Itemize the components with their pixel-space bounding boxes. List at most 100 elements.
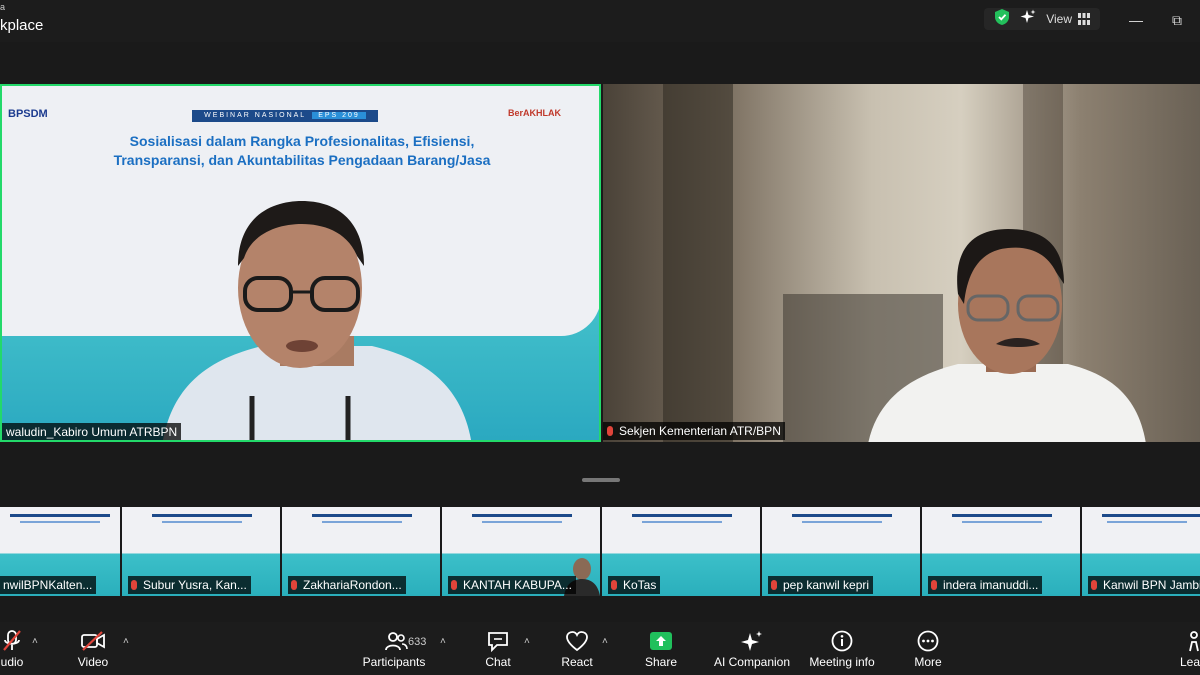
webinar-label: WEBINAR NASIONAL: [204, 112, 307, 119]
muted-mic-icon: [607, 426, 613, 436]
thumbnail-name: pep kanwil kepri: [768, 576, 874, 594]
thumbnail-name-text: KANTAH KABUPA...: [463, 578, 572, 592]
view-button[interactable]: View: [1046, 12, 1090, 26]
meeting-toolbar: udio ˄ Video ˄ Participants 633 ˄ Chat ˄…: [0, 622, 1200, 675]
resize-drag-handle[interactable]: [582, 478, 620, 482]
bpsdm-logo: BPSDM: [8, 108, 48, 120]
meeting-info-label: Meeting info: [809, 655, 875, 669]
thumbnail-name-text: Subur Yusra, Kan...: [143, 578, 247, 592]
thumbnail-name: Kanwil BPN Jambi: [1088, 576, 1200, 594]
participant-name-tag: Sekjen Kementerian ATR/BPN: [603, 422, 785, 440]
thumbnail-name: KANTAH KABUPA...: [448, 576, 576, 594]
speaker-video-feed: [163, 201, 471, 440]
muted-mic-icon: [291, 580, 297, 590]
thumb-slide-line: [962, 521, 1042, 523]
leave-button[interactable]: Lea: [1180, 630, 1200, 669]
participant-thumbnail[interactable]: nwilBPNKalten...: [0, 507, 120, 596]
webinar-tag: WEBINAR NASIONAL EPS 209: [192, 110, 378, 122]
slide-title: Sosialisasi dalam Rangka Profesionalitas…: [72, 132, 532, 170]
thumbnail-name: ZakhariaRondon...: [288, 576, 406, 594]
thumb-slide-line: [802, 521, 882, 523]
more-dots-icon: [917, 630, 939, 652]
participant-name: Sekjen Kementerian ATR/BPN: [619, 424, 781, 438]
grid-icon: [1078, 13, 1090, 25]
info-icon: [831, 630, 853, 652]
title-bar: a kplace View — ⧉: [0, 0, 1200, 42]
thumbnail-name: KoTas: [608, 576, 661, 594]
thumb-slide-line: [162, 521, 242, 523]
participants-icon: [385, 632, 408, 651]
heart-icon: [566, 631, 588, 652]
thumb-slide-line: [312, 514, 412, 517]
audio-button[interactable]: udio: [0, 630, 32, 669]
react-button[interactable]: React: [557, 630, 597, 669]
more-label: More: [914, 655, 942, 669]
participant-thumbnail[interactable]: Kanwil BPN Jambi: [1082, 507, 1200, 596]
video-options-caret-icon[interactable]: ˄: [123, 636, 129, 647]
slide-title-line-2: Transparansi, dan Akuntabilitas Pengadaa…: [113, 152, 491, 168]
thumbnail-name-text: indera imanuddi...: [943, 578, 1039, 592]
minimize-button[interactable]: —: [1129, 12, 1143, 28]
thumb-slide-line: [952, 514, 1052, 517]
share-button[interactable]: Share: [641, 630, 681, 669]
participant-thumbnail[interactable]: indera imanuddi...: [922, 507, 1080, 596]
thumb-slide-line: [642, 521, 722, 523]
leave-label: Lea: [1180, 655, 1200, 669]
participant-thumbnail[interactable]: KoTas: [602, 507, 760, 596]
ai-companion-sparkle-icon: [741, 631, 762, 651]
thumb-slide-line: [1107, 521, 1187, 523]
more-button[interactable]: More: [908, 630, 948, 669]
view-label: View: [1046, 12, 1072, 26]
react-label: React: [561, 655, 593, 669]
react-options-caret-icon[interactable]: ˄: [602, 636, 608, 647]
thumbnail-name-text: KoTas: [623, 578, 657, 592]
security-shield-icon[interactable]: [994, 8, 1010, 31]
thumbnail-name: Subur Yusra, Kan...: [128, 576, 251, 594]
thumbnail-name-text: pep kanwil kepri: [783, 578, 870, 592]
slide-title-line-1: Sosialisasi dalam Rangka Profesionalitas…: [129, 133, 475, 149]
muted-mic-icon: [1091, 580, 1097, 590]
ai-companion-label: AI Companion: [713, 655, 791, 669]
share-label: Share: [644, 655, 678, 669]
thumb-slide-line: [152, 514, 252, 517]
muted-mic-icon: [611, 580, 617, 590]
video-off-icon: [81, 631, 105, 651]
meeting-info-button[interactable]: Meeting info: [806, 630, 878, 669]
participants-options-caret-icon[interactable]: ˄: [440, 636, 446, 647]
restore-button[interactable]: ⧉: [1172, 12, 1182, 29]
video-tile-participant[interactable]: Sekjen Kementerian ATR/BPN: [603, 84, 1200, 442]
chat-icon: [488, 632, 508, 652]
muted-mic-icon: [931, 580, 937, 590]
thumbnail-name: indera imanuddi...: [928, 576, 1043, 594]
video-label: Video: [77, 655, 109, 669]
participant-thumbnail-strip: nwilBPNKalten... Subur Yusra, Kan... Zak…: [0, 507, 1200, 596]
audio-label: udio: [0, 655, 24, 669]
thumb-slide-line: [482, 521, 562, 523]
participant-thumbnail[interactable]: Subur Yusra, Kan...: [122, 507, 280, 596]
speaker-name-tag: waludin_Kabiro Umum ATRBPN: [2, 423, 182, 440]
audio-options-caret-icon[interactable]: ˄: [32, 636, 38, 647]
chat-options-caret-icon[interactable]: ˄: [524, 636, 530, 647]
participant-thumbnail[interactable]: KANTAH KABUPA...: [442, 507, 600, 596]
ai-sparkle-icon[interactable]: [1020, 9, 1036, 30]
muted-mic-icon: [771, 580, 777, 590]
chat-button[interactable]: Chat: [478, 630, 518, 669]
ai-companion-button[interactable]: AI Companion: [712, 630, 792, 669]
muted-mic-icon: [451, 580, 457, 590]
thumb-slide-line: [472, 514, 572, 517]
thumb-slide-line: [322, 521, 402, 523]
thumbnail-name-text: ZakhariaRondon...: [303, 578, 402, 592]
video-tile-active-speaker[interactable]: BPSDM WEBINAR NASIONAL EPS 209 BerAKHLAK …: [0, 84, 601, 442]
thumbnail-name-text: Kanwil BPN Jambi: [1103, 578, 1200, 592]
thumb-slide-line: [20, 521, 100, 523]
thumb-slide-line: [10, 514, 110, 517]
leave-person-icon: [1189, 631, 1199, 652]
participants-label: Participants: [362, 655, 426, 669]
muted-mic-icon: [131, 580, 137, 590]
participant-thumbnail[interactable]: pep kanwil kepri: [762, 507, 920, 596]
video-button[interactable]: Video: [73, 630, 113, 669]
thumb-slide-line: [632, 514, 732, 517]
participant-thumbnail[interactable]: ZakhariaRondon...: [282, 507, 440, 596]
berakhlak-logo: BerAKHLAK: [508, 108, 562, 118]
background-blur-pillar: [663, 84, 733, 442]
